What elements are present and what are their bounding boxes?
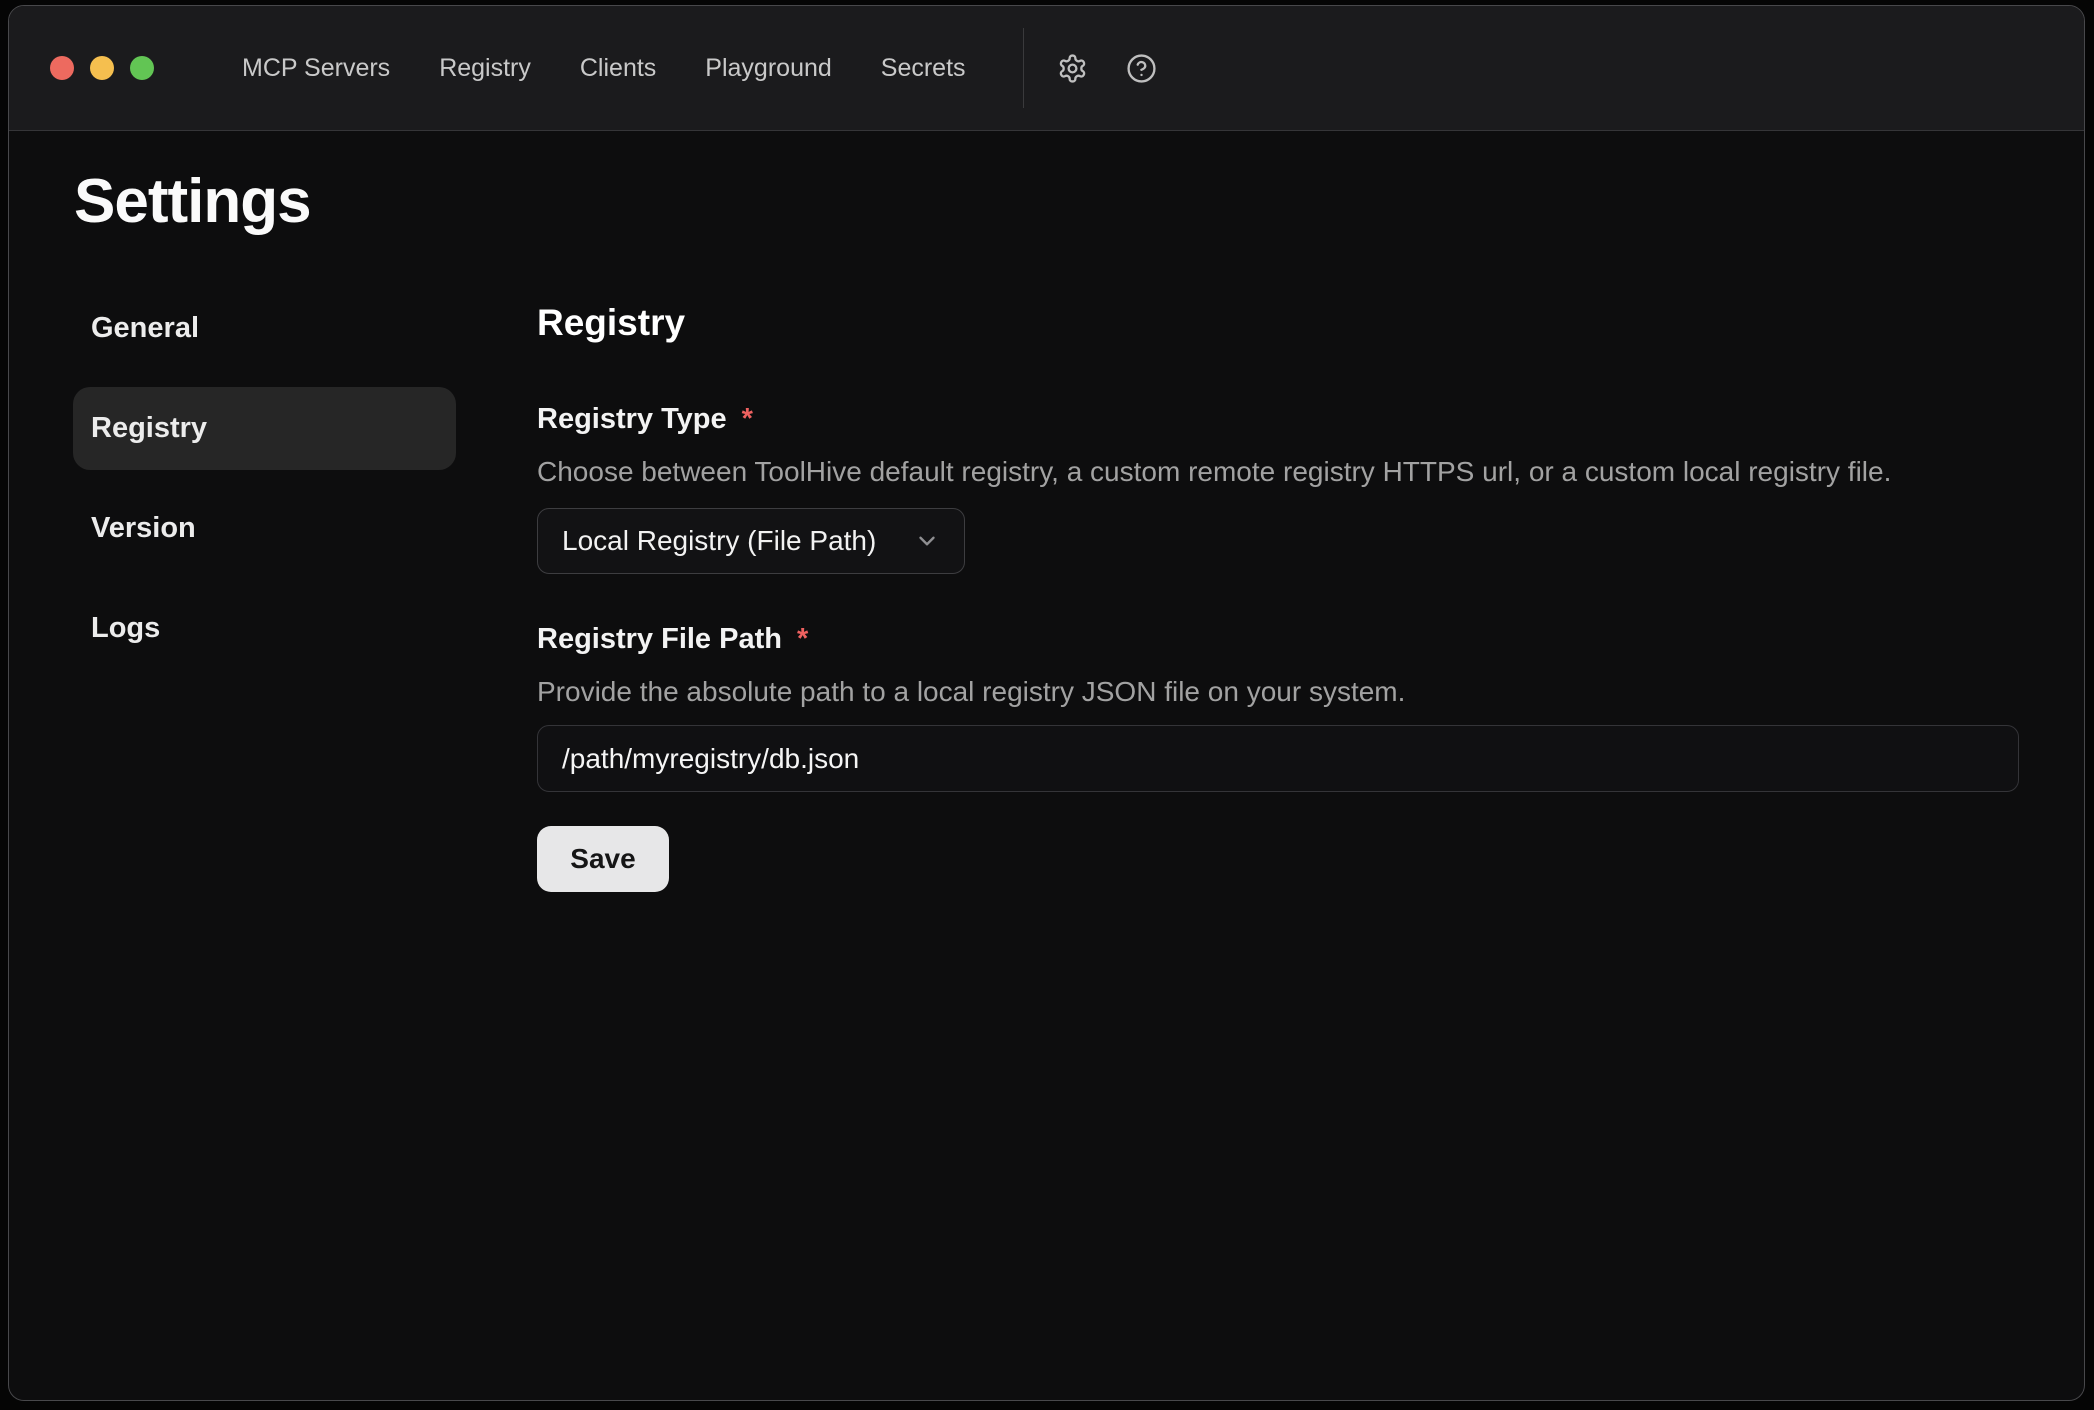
- nav-item-registry[interactable]: Registry: [439, 54, 531, 83]
- minimize-button[interactable]: [90, 56, 114, 80]
- registry-file-path-label: Registry File Path *: [537, 621, 2019, 657]
- app-window: MCP Servers Registry Clients Playground …: [8, 5, 2085, 1401]
- titlebar-divider: [1023, 28, 1024, 108]
- sidebar-item-logs[interactable]: Logs: [73, 587, 456, 670]
- registry-type-description: Choose between ToolHive default registry…: [537, 455, 2019, 489]
- registry-file-path-label-text: Registry File Path: [537, 621, 782, 657]
- registry-type-label: Registry Type *: [537, 401, 2019, 437]
- registry-type-label-text: Registry Type: [537, 401, 727, 437]
- nav-item-clients[interactable]: Clients: [580, 54, 656, 83]
- section-heading: Registry: [537, 301, 2019, 345]
- nav-item-playground[interactable]: Playground: [705, 54, 831, 83]
- titlebar: MCP Servers Registry Clients Playground …: [9, 6, 2084, 131]
- save-button[interactable]: Save: [537, 826, 669, 892]
- required-asterisk: *: [797, 621, 808, 657]
- main-nav: MCP Servers Registry Clients Playground …: [242, 54, 966, 83]
- nav-item-secrets[interactable]: Secrets: [881, 54, 966, 83]
- gear-icon[interactable]: [1057, 53, 1088, 84]
- sidebar-item-version[interactable]: Version: [73, 487, 456, 570]
- registry-type-selected-value: Local Registry (File Path): [562, 525, 876, 557]
- settings-sidebar: General Registry Version Logs: [73, 287, 456, 687]
- page-title: Settings: [74, 166, 311, 237]
- close-button[interactable]: [50, 56, 74, 80]
- help-icon[interactable]: [1126, 53, 1157, 84]
- sidebar-item-general[interactable]: General: [73, 287, 456, 370]
- zoom-button[interactable]: [130, 56, 154, 80]
- registry-settings-panel: Registry Registry Type * Choose between …: [537, 301, 2019, 892]
- required-asterisk: *: [742, 401, 753, 437]
- chevron-down-icon: [914, 528, 940, 554]
- titlebar-icons: [1057, 53, 1157, 84]
- registry-file-path-description: Provide the absolute path to a local reg…: [537, 675, 2019, 709]
- registry-file-path-input[interactable]: [537, 725, 2019, 792]
- traffic-lights: [50, 56, 154, 80]
- registry-type-select[interactable]: Local Registry (File Path): [537, 508, 965, 574]
- sidebar-item-registry[interactable]: Registry: [73, 387, 456, 470]
- nav-item-mcp-servers[interactable]: MCP Servers: [242, 54, 390, 83]
